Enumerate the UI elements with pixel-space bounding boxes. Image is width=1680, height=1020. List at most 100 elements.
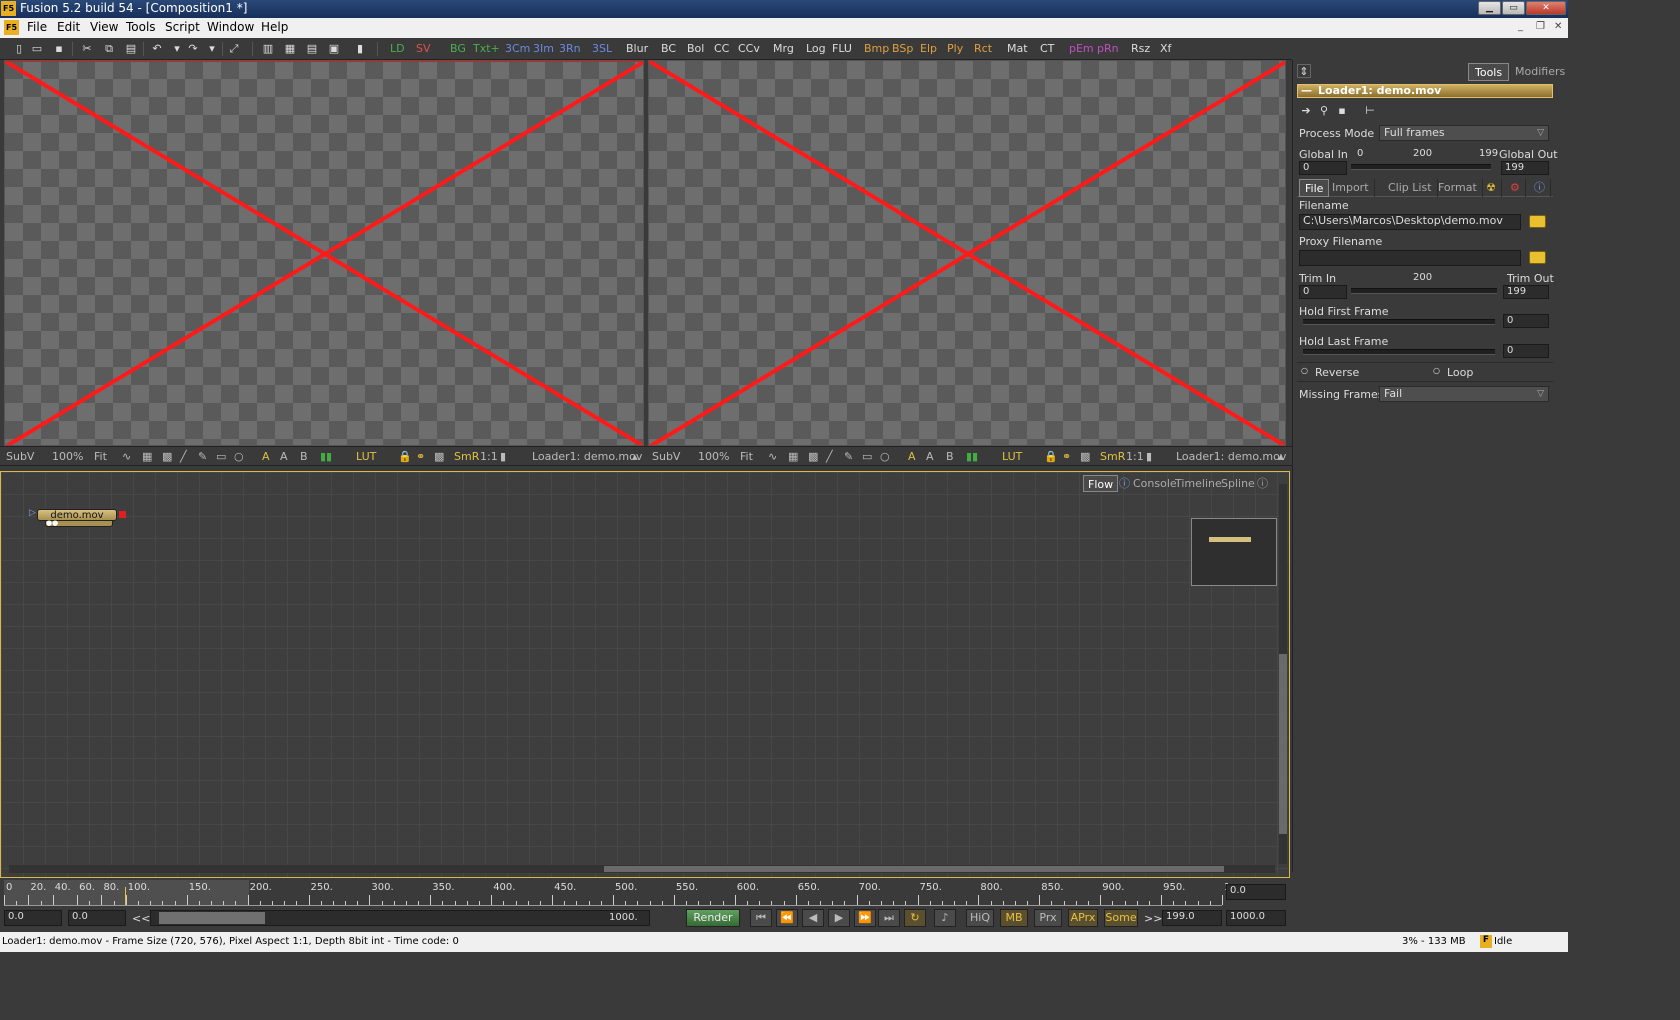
- smr-button[interactable]: SmR: [454, 450, 479, 463]
- tool-button-log[interactable]: Log: [806, 41, 826, 57]
- scroll-thumb[interactable]: [604, 866, 1224, 872]
- vertical-scrollbar[interactable]: [1279, 484, 1287, 864]
- global-end-field[interactable]: 1000.0: [1226, 910, 1286, 926]
- tool-button-ccv[interactable]: CCv: [738, 41, 760, 57]
- ratio-button[interactable]: 1:1: [480, 450, 498, 463]
- lock-icon[interactable]: 🔒: [398, 450, 412, 463]
- undo-dropdown-icon[interactable]: ▾: [170, 42, 184, 56]
- viewer-right[interactable]: [648, 60, 1286, 446]
- info-icon[interactable]: ⓘ: [1253, 475, 1272, 492]
- save-icon[interactable]: ▪: [52, 42, 66, 56]
- tool-header[interactable]: — Loader1: demo.mov: [1297, 84, 1553, 98]
- checker-icon[interactable]: ▩: [162, 450, 172, 463]
- redo-dropdown-icon[interactable]: ▾: [205, 42, 219, 56]
- circle-icon[interactable]: ○: [234, 450, 244, 463]
- tool-button-bol[interactable]: Bol: [687, 41, 704, 57]
- play-reverse-icon[interactable]: ◀: [802, 909, 824, 927]
- menu-view[interactable]: View: [90, 20, 118, 34]
- play-icon[interactable]: ▶: [828, 909, 850, 927]
- pen-icon[interactable]: ╱: [826, 450, 833, 463]
- spline-icon[interactable]: ∿: [122, 450, 131, 463]
- tool-button-bg[interactable]: BG: [450, 41, 466, 57]
- tool-button-flu[interactable]: FLU: [832, 41, 852, 57]
- tab-flow[interactable]: Flow: [1083, 475, 1119, 492]
- hold-last-slider[interactable]: [1303, 349, 1495, 355]
- reverse-checkbox[interactable]: ○: [1301, 366, 1308, 375]
- ruler[interactable]: 0 20. 40. 60. 80. 100. 150. 200. 250. 300. 350. 400…: [4, 882, 1230, 906]
- lut-button[interactable]: LUT: [1002, 450, 1022, 463]
- color-channels-icon[interactable]: ▮▮: [320, 450, 332, 463]
- render-button[interactable]: Render: [686, 909, 740, 927]
- global-in-field[interactable]: 0: [1299, 161, 1347, 175]
- zoom-dropdown[interactable]: 100%: [52, 450, 83, 463]
- tool-button-txt[interactable]: Txt+: [473, 41, 500, 57]
- maximize-button[interactable]: ▭: [1502, 1, 1525, 15]
- tab-clip-list[interactable]: Clip List: [1383, 179, 1438, 197]
- missing-frames-dropdown[interactable]: Fail ▽: [1379, 386, 1549, 402]
- global-out-field[interactable]: 199: [1501, 161, 1549, 175]
- step-forward-icon[interactable]: ⏩: [854, 909, 876, 927]
- cursor-icon[interactable]: ⤢: [227, 42, 241, 56]
- forward-label[interactable]: >>: [1144, 912, 1162, 925]
- hold-last-field[interactable]: 0: [1503, 344, 1549, 358]
- lut-button[interactable]: LUT: [356, 450, 376, 463]
- undo-icon[interactable]: ↶: [150, 42, 164, 56]
- tool-button-mrg[interactable]: Mrg: [773, 41, 794, 57]
- flow-navigator[interactable]: [1191, 518, 1277, 586]
- process-mode-dropdown[interactable]: Full frames ▽: [1379, 125, 1549, 141]
- close-button[interactable]: ✕: [1526, 1, 1566, 15]
- caption-dropdown-icon[interactable]: ▴: [632, 450, 638, 463]
- new-icon[interactable]: ▯: [12, 42, 26, 56]
- tool-button-prn[interactable]: pRn: [1097, 41, 1119, 57]
- tool-button-elp[interactable]: Elp: [920, 41, 937, 57]
- channel-b-button[interactable]: B: [946, 450, 954, 463]
- histogram-icon[interactable]: ▮: [1146, 450, 1152, 463]
- subview-button[interactable]: SubV: [652, 450, 680, 463]
- gear-icon[interactable]: ⚙: [1505, 179, 1526, 197]
- brush-icon[interactable]: ✎: [198, 450, 207, 463]
- histogram-icon[interactable]: ▮: [500, 450, 506, 463]
- tab-format[interactable]: Format: [1433, 179, 1483, 197]
- playhead[interactable]: [125, 887, 126, 905]
- viewer-left[interactable]: [4, 60, 644, 446]
- layout-4-icon[interactable]: ▣: [327, 42, 341, 56]
- radiation-icon[interactable]: ☢: [1481, 179, 1502, 197]
- horizontal-scrollbar[interactable]: [9, 865, 1275, 873]
- tool-button-ct[interactable]: CT: [1040, 41, 1054, 57]
- brush-icon[interactable]: ✎: [844, 450, 853, 463]
- channel-a2-button[interactable]: A: [926, 450, 934, 463]
- hiq-button[interactable]: HiQ: [966, 909, 994, 927]
- some-button[interactable]: Some: [1104, 909, 1138, 927]
- tool-button-ply[interactable]: Ply: [947, 41, 963, 57]
- mdi-restore-icon[interactable]: ❐: [1536, 21, 1545, 32]
- scroll-thumb[interactable]: [1279, 654, 1287, 834]
- rectangle-icon[interactable]: ▭: [216, 450, 226, 463]
- tab-tools[interactable]: Tools: [1468, 63, 1510, 81]
- collapse-icon[interactable]: —: [1301, 85, 1312, 97]
- slider-thumb[interactable]: [159, 912, 265, 924]
- paste-icon[interactable]: ▤: [124, 42, 138, 56]
- tool-button-sv[interactable]: SV: [416, 41, 431, 57]
- browse-folder-icon[interactable]: [1529, 215, 1546, 228]
- tool-button-cc[interactable]: CC: [714, 41, 729, 57]
- layout-3-icon[interactable]: ▤: [305, 42, 319, 56]
- grid-icon[interactable]: ▦: [142, 450, 152, 463]
- loop-icon[interactable]: ↻: [904, 909, 926, 927]
- tab-file[interactable]: File: [1299, 179, 1330, 197]
- filename-field[interactable]: C:\Users\Marcos\Desktop\demo.mov: [1299, 214, 1521, 230]
- subview-button[interactable]: SubV: [6, 450, 34, 463]
- time-range-slider[interactable]: 1000.: [150, 910, 650, 926]
- fullscreen-icon[interactable]: ▮: [353, 42, 367, 56]
- lock-icon[interactable]: 🔒: [1044, 450, 1058, 463]
- link-icon[interactable]: ⚭: [416, 450, 425, 463]
- menu-help[interactable]: Help: [261, 20, 288, 34]
- render-start-field[interactable]: 0.0: [68, 910, 126, 926]
- caption-dropdown-icon[interactable]: ▴: [1278, 450, 1284, 463]
- ratio-button[interactable]: 1:1: [1126, 450, 1144, 463]
- trim-range-slider[interactable]: [1351, 288, 1497, 294]
- loop-checkbox[interactable]: ○: [1433, 366, 1440, 375]
- tab-modifiers[interactable]: Modifiers: [1509, 63, 1571, 81]
- save-settings-icon[interactable]: ▪: [1335, 104, 1349, 118]
- global-start-field[interactable]: 0.0: [4, 910, 62, 926]
- channel-a2-button[interactable]: A: [280, 450, 288, 463]
